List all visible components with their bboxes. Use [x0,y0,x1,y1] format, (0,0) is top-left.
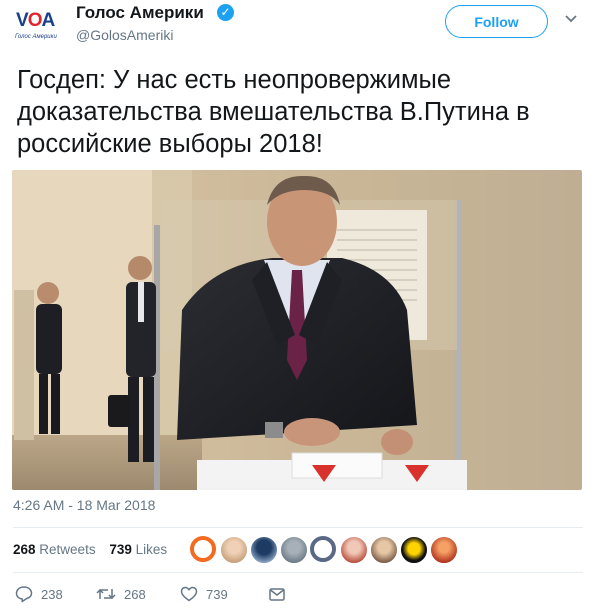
follow-button[interactable]: Follow [445,5,548,38]
retweets-label: Retweets [39,542,96,557]
tweet-header: VOA Голос Америки Голос Америки ✓ @Golos… [0,0,596,52]
like-count: 739 [206,586,228,602]
divider [13,572,583,573]
reply-button[interactable]: 238 [15,582,63,606]
heart-icon [180,586,198,602]
liker-avatar[interactable] [310,536,336,562]
account-handle[interactable]: @GolosAmeriki [76,27,173,43]
liker-avatar[interactable] [190,536,216,562]
retweet-count: 268 [124,586,146,602]
envelope-icon [269,588,285,601]
tweet-actions: 238 268 739 [0,582,596,606]
retweet-button[interactable]: 268 [96,582,146,606]
divider [13,527,583,528]
reply-count: 238 [41,586,63,602]
liker-avatar[interactable] [400,536,428,564]
liker-avatar[interactable] [250,536,278,564]
voa-logo: VOA [16,10,55,31]
reply-icon [15,586,33,603]
liker-avatar[interactable] [220,536,248,564]
liker-avatar[interactable] [280,536,308,564]
liker-avatar[interactable] [430,536,458,564]
likes-label: Likes [135,542,168,557]
liker-avatar[interactable] [340,536,368,564]
avatar-caption: Голос Америки [15,34,57,40]
account-name[interactable]: Голос Америки [76,3,204,23]
like-button[interactable]: 739 [180,582,228,606]
avatar[interactable]: VOA Голос Америки [12,4,64,49]
chevron-down-icon[interactable] [564,12,578,26]
tweet-timestamp[interactable]: 4:26 AM - 18 Mar 2018 [13,497,155,513]
tweet-stats: 268 Retweets 739 Likes [13,542,167,557]
retweets-count: 268 [13,542,36,557]
retweets-stat[interactable]: 268 Retweets [13,542,96,557]
retweet-icon [96,588,116,600]
verified-badge-icon: ✓ [217,4,234,21]
likes-count: 739 [109,542,132,557]
tweet-photo[interactable] [12,170,582,490]
direct-message-button[interactable] [268,582,294,606]
likes-stat[interactable]: 739 Likes [109,542,167,557]
tweet-text: Госдеп: У нас есть неопровержимые доказа… [17,66,530,158]
liker-avatar[interactable] [370,536,398,564]
